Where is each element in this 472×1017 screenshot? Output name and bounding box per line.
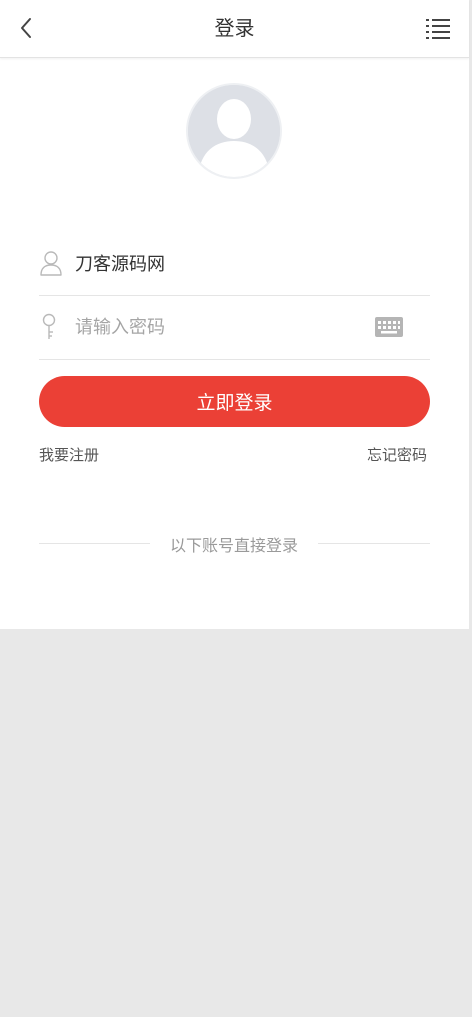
- keyboard-icon[interactable]: [375, 316, 403, 338]
- social-login-divider-text: 以下账号直接登录: [169, 536, 298, 555]
- password-input[interactable]: [75, 309, 375, 345]
- avatar: [186, 83, 282, 179]
- back-button[interactable]: [8, 10, 44, 46]
- divider-line-left: [39, 543, 150, 544]
- default-user-avatar-icon: [188, 85, 280, 177]
- top-navigation-bar: 登录: [0, 0, 469, 58]
- list-menu-icon: [426, 19, 450, 39]
- password-field: [39, 295, 430, 360]
- user-icon: [40, 251, 62, 276]
- key-icon: [42, 313, 56, 339]
- menu-button[interactable]: [423, 14, 453, 44]
- divider-line-right: [318, 543, 430, 544]
- username-field: [39, 231, 430, 296]
- username-input[interactable]: [75, 245, 375, 281]
- page-title: 登录: [214, 16, 255, 40]
- login-submit-button[interactable]: 立即登录: [39, 376, 430, 427]
- login-panel: 登录 刀客源码网 立即登录 我要注册 忘记密码 以下账号直接登录: [0, 0, 469, 629]
- chevron-left-icon: [21, 18, 31, 38]
- forgot-password-link[interactable]: 忘记密码: [367, 444, 427, 465]
- register-link[interactable]: 我要注册: [39, 444, 99, 465]
